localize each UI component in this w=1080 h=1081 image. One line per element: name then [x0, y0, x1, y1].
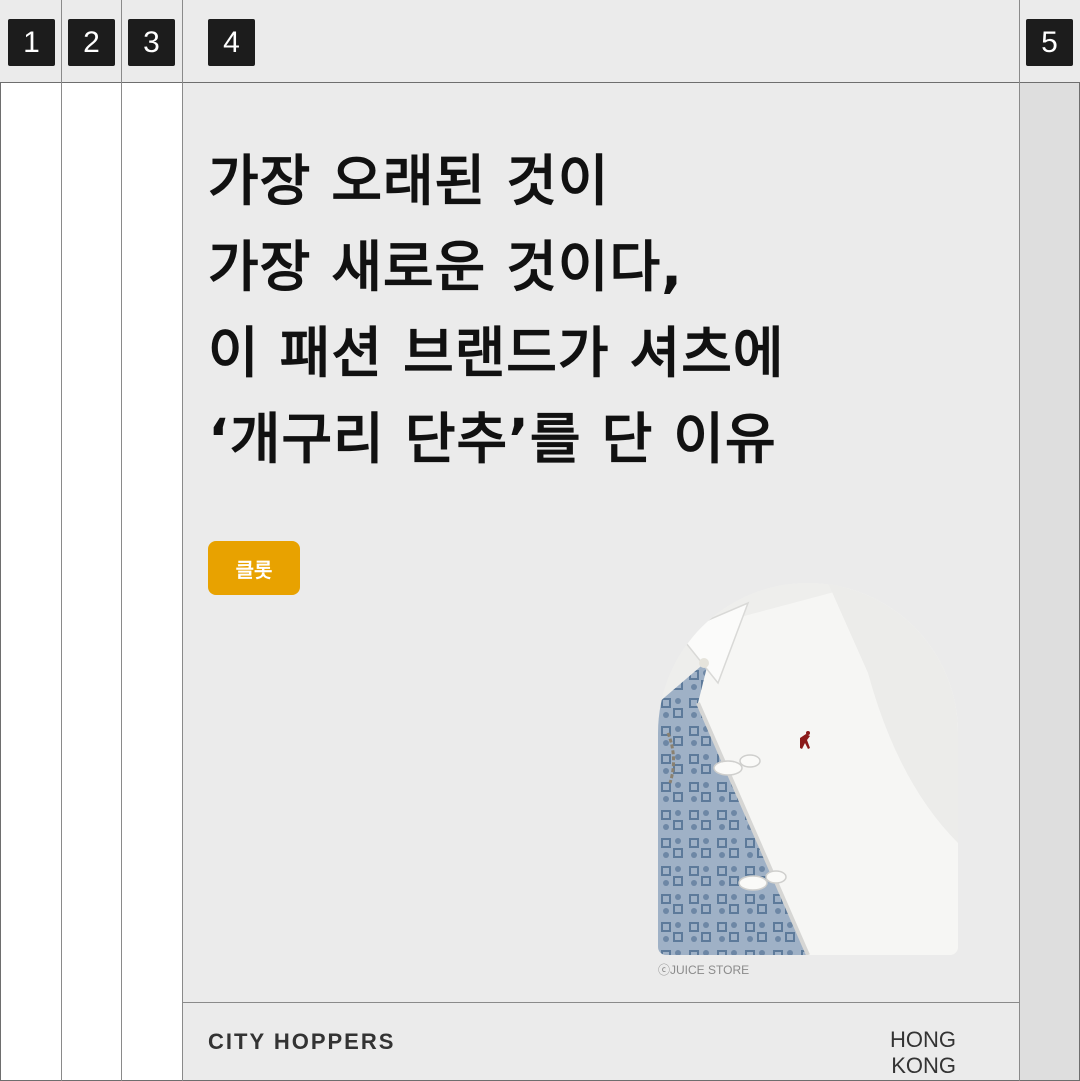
column-badge-5: 5	[1026, 19, 1073, 66]
headline-line: 이 패션 브랜드가 셔츠에	[208, 321, 785, 385]
column-divider	[121, 0, 122, 1081]
column-divider	[1019, 0, 1020, 1081]
column-badge-4: 4	[208, 19, 255, 66]
column-1	[1, 83, 61, 1080]
article-headline: 가장 오래된 것이 가장 새로운 것이다, 이 패션 브랜드가 셔츠에 ‘개구리…	[208, 138, 1008, 482]
article-card[interactable]: 가장 오래된 것이 가장 새로운 것이다, 이 패션 브랜드가 셔츠에 ‘개구리…	[183, 83, 1018, 1002]
column-badge-1: 1	[8, 19, 55, 66]
headline-line: ‘개구리 단추’를 단 이유	[208, 407, 777, 471]
shirt-photo	[658, 583, 958, 955]
region-label: HONG KONG	[890, 1027, 956, 1078]
photo-credit: ⓒJUICE STORE	[658, 963, 750, 977]
column-3	[122, 83, 182, 1080]
headline-line: 가장 새로운 것이다,	[208, 235, 683, 299]
footer-divider	[183, 1002, 1019, 1003]
shirt-illustration	[658, 583, 958, 955]
column-divider	[61, 0, 62, 1081]
column-5	[1020, 83, 1079, 1080]
headline-line: 가장 오래된 것이	[208, 149, 610, 213]
brand-tag[interactable]: 클롯	[208, 541, 300, 595]
column-badge-3: 3	[128, 19, 175, 66]
column-badge-2: 2	[68, 19, 115, 66]
brand-logo: CITY HOPPERS	[208, 1029, 396, 1054]
column-2	[62, 83, 121, 1080]
